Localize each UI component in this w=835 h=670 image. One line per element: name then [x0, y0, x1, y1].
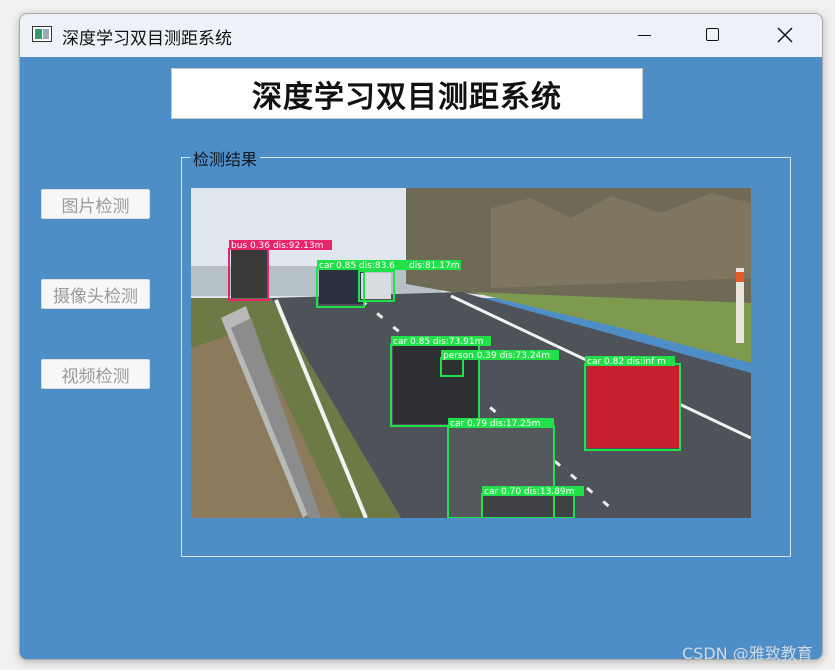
result-scene: bus 0.36 dis:92.13m car 0.85 dis:83.67m …: [191, 188, 751, 518]
close-icon: [777, 27, 793, 43]
detection-label: dis:81.17m: [409, 261, 459, 271]
title-bar[interactable]: 深度学习双目测距系统: [20, 14, 822, 57]
detection-label: car 0.79 dis:17.25m: [450, 419, 540, 429]
detection-label: person 0.39 dis:73.24m: [443, 351, 550, 361]
app-window: 深度学习双目测距系统 深度学习双目测距系统 图片检测 摄像头检测 视频检测 检测…: [19, 13, 823, 660]
image-detect-button[interactable]: 图片检测: [41, 189, 150, 219]
result-group-title: 检测结果: [190, 146, 261, 170]
header-title-panel: 深度学习双目测距系统: [171, 68, 643, 119]
camera-detect-button[interactable]: 摄像头检测: [41, 279, 150, 309]
minimize-icon: [638, 35, 651, 36]
maximize-button[interactable]: [690, 19, 736, 51]
close-button[interactable]: [762, 19, 808, 51]
detection-result-image: bus 0.36 dis:92.13m car 0.85 dis:83.67m …: [191, 188, 751, 518]
app-icon: [32, 26, 52, 42]
watermark: CSDN @雅致教育: [682, 644, 813, 663]
page-title: 深度学习双目测距系统: [252, 79, 562, 115]
detection-label: car 0.85 dis:73.91m: [393, 337, 483, 347]
minimize-button[interactable]: [622, 19, 668, 51]
maximize-icon: [706, 28, 719, 41]
window-title: 深度学习双目测距系统: [62, 29, 232, 49]
detection-label: bus 0.36 dis:92.13m: [231, 241, 323, 251]
video-detect-button[interactable]: 视频检测: [41, 359, 150, 389]
detection-label: car 0.70 dis:13.89m: [484, 487, 574, 497]
detection-label: car 0.82 dis:inf m: [587, 357, 666, 367]
